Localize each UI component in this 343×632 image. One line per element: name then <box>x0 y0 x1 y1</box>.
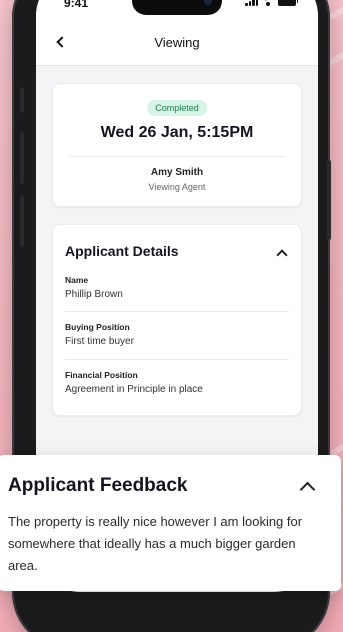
field-value: First time buyer <box>65 336 134 347</box>
viewing-summary-card: Completed Wed 26 Jan, 5:15PM Amy Smith V… <box>52 83 302 207</box>
chevron-up-icon[interactable] <box>299 481 316 498</box>
field-buying-position: Buying Position First time buyer <box>65 322 289 347</box>
divider <box>65 311 289 312</box>
mute-switch <box>20 87 24 113</box>
nav-bar: Viewing <box>36 22 318 66</box>
applicant-details-title: Applicant Details <box>65 243 179 259</box>
status-time: 9:41 <box>64 0 89 10</box>
volume-down-button <box>20 195 24 247</box>
volume-up-button <box>20 132 24 184</box>
viewing-date: Wed 26 Jan, 5:15PM <box>100 124 254 141</box>
chevron-up-icon[interactable] <box>276 249 288 261</box>
divider <box>65 359 289 360</box>
status-badge: Completed <box>147 100 207 116</box>
wifi-icon <box>262 0 274 6</box>
field-label: Financial Position <box>65 370 138 380</box>
field-label: Buying Position <box>65 322 130 332</box>
status-icons <box>245 0 298 6</box>
divider <box>69 156 285 157</box>
camera-icon <box>204 0 212 5</box>
dynamic-island <box>132 0 222 15</box>
field-name: Name Phillip Brown <box>65 275 289 300</box>
field-value: Agreement in Principle in place <box>65 384 203 395</box>
applicant-feedback-title: Applicant Feedback <box>8 475 188 496</box>
battery-icon <box>278 0 298 6</box>
status-bar: 9:41 <box>36 0 318 22</box>
field-financial-position: Financial Position Agreement in Principl… <box>65 370 289 395</box>
agent-role: Viewing Agent <box>148 182 206 192</box>
field-value: Phillip Brown <box>65 289 123 300</box>
field-label: Name <box>65 275 89 285</box>
signal-icon <box>245 0 258 6</box>
applicant-feedback-text: The property is really nice however I am… <box>8 514 303 573</box>
agent-name: Amy Smith <box>150 167 204 178</box>
applicant-details-card: Applicant Details Name Phillip Brown Buy… <box>52 224 302 416</box>
applicant-feedback-card: Applicant Feedback The property is reall… <box>0 455 341 591</box>
power-button <box>327 160 331 240</box>
page-title: Viewing <box>154 35 200 50</box>
